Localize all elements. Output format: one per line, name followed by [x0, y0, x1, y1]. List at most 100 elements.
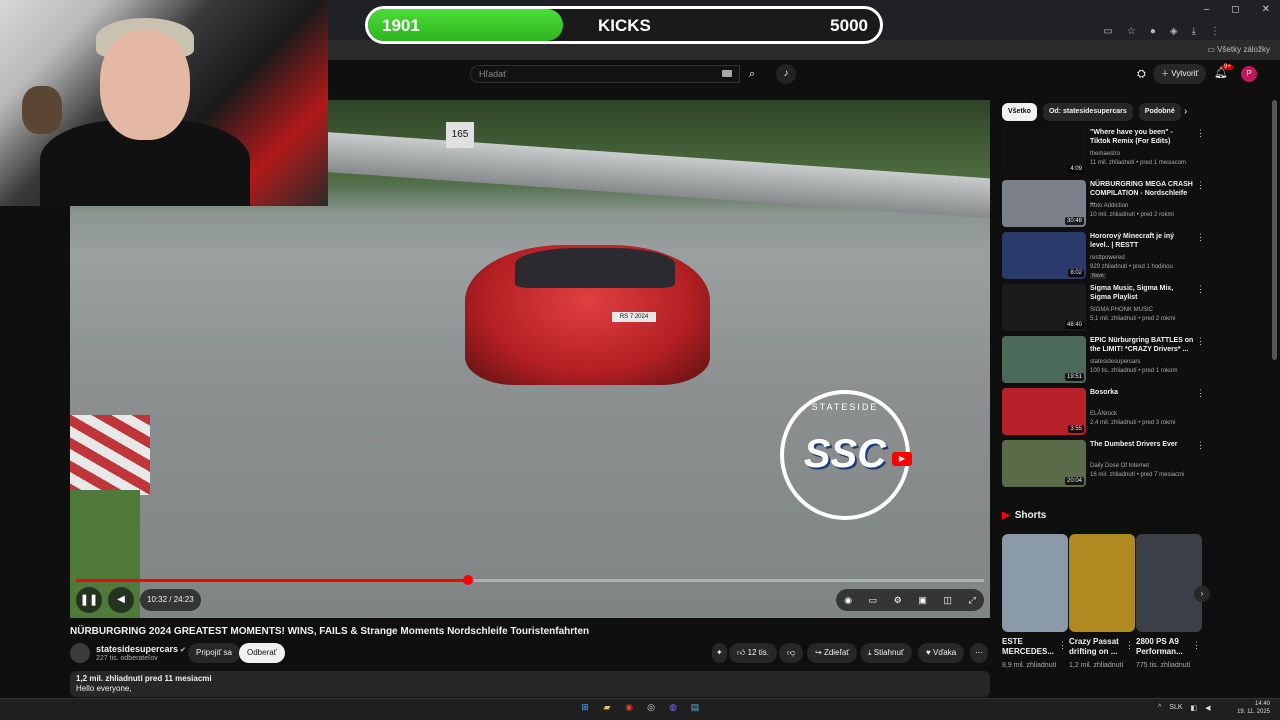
- subscribe-button[interactable]: Odberať: [239, 643, 285, 663]
- recommendation-channel[interactable]: statesidesupercars: [1090, 359, 1140, 365]
- chrome-icon[interactable]: ◉: [622, 700, 636, 714]
- more-icon[interactable]: ⋮: [1196, 232, 1205, 243]
- short-thumbnail[interactable]: [1002, 534, 1068, 632]
- recommendation-channel[interactable]: ELÁNrock: [1090, 411, 1117, 417]
- video-thumbnail[interactable]: 4:09: [1002, 128, 1086, 175]
- ai-ask-button[interactable]: ✦: [712, 643, 727, 663]
- close-icon[interactable]: ✕: [1262, 4, 1270, 15]
- miniplayer-icon[interactable]: ▣: [918, 595, 927, 606]
- voice-search-button[interactable]: ♪: [776, 64, 796, 84]
- recommendation-title[interactable]: Bosorka: [1090, 388, 1194, 397]
- video-thumbnail[interactable]: 3:55: [1002, 388, 1086, 435]
- like-button[interactable]: 👍︎ 12 tis.: [729, 643, 777, 663]
- recommendation-item[interactable]: 20:04 The Dumbest Drivers Ever Daily Dose …: [1002, 440, 1205, 488]
- discord-icon[interactable]: ◍: [666, 700, 680, 714]
- short-title[interactable]: Crazy Passat drifting on ...: [1069, 637, 1127, 657]
- more-actions-button[interactable]: ⋯: [970, 643, 988, 663]
- star-icon[interactable]: ☆: [1127, 26, 1136, 37]
- recommendation-channel[interactable]: resttpowered: [1090, 255, 1125, 261]
- avatar[interactable]: P: [1241, 66, 1257, 82]
- recommendation-item[interactable]: 8:02 Hororový Minecraft je iný level.. | …: [1002, 232, 1205, 280]
- cast-button[interactable]: ⛭: [1137, 68, 1146, 81]
- short-title[interactable]: ESTE MERCEDES...: [1002, 637, 1060, 657]
- download-icon[interactable]: ⤓: [1192, 26, 1196, 37]
- recommendation-item[interactable]: 4:09 "Where have you been" - Tiktok Remix…: [1002, 128, 1205, 176]
- page-scrollbar[interactable]: [1272, 100, 1277, 360]
- chip-related[interactable]: Podobné: [1138, 103, 1181, 121]
- shorts-next-button[interactable]: ›: [1194, 586, 1210, 602]
- recommendation-title[interactable]: The Dumbest Drivers Ever: [1090, 440, 1194, 449]
- cast-icon[interactable]: ▭: [1103, 26, 1112, 37]
- more-icon[interactable]: ⋮: [1125, 640, 1134, 651]
- video-thumbnail[interactable]: 19:51: [1002, 336, 1086, 383]
- pause-button[interactable]: ❚❚: [76, 587, 102, 613]
- more-icon[interactable]: ⋮: [1196, 440, 1205, 451]
- chip-all[interactable]: Všetko: [1002, 103, 1037, 121]
- recommendation-title[interactable]: "Where have you been" - Tiktok Remix (Fo…: [1090, 128, 1194, 146]
- notepad-icon[interactable]: ▤: [688, 700, 702, 714]
- all-bookmarks-link[interactable]: ▭ Všetky záložky: [1207, 45, 1270, 54]
- file-explorer-icon[interactable]: ▰: [600, 700, 614, 714]
- share-button[interactable]: ↪ Zdieľať: [807, 643, 858, 663]
- tray-chevron-icon[interactable]: ^: [1158, 704, 1161, 712]
- menu-icon[interactable]: ⋮: [1210, 26, 1220, 37]
- thanks-button[interactable]: ♥ Vďaka: [918, 643, 965, 663]
- search-input[interactable]: Hľadať: [470, 65, 740, 83]
- recommendation-title[interactable]: Hororový Minecraft je iný level.. | REST…: [1090, 232, 1194, 250]
- more-icon[interactable]: ⋮: [1196, 180, 1205, 191]
- video-thumbnail[interactable]: 20:04: [1002, 440, 1086, 487]
- short-thumbnail[interactable]: [1069, 534, 1135, 632]
- channel-avatar[interactable]: [70, 643, 90, 663]
- recommendation-title[interactable]: Sigma Music, Sigma Mix, Sigma Playlist: [1090, 284, 1194, 302]
- create-button[interactable]: ＋ Vytvoriť: [1153, 64, 1207, 84]
- more-icon[interactable]: ⋮: [1196, 128, 1205, 139]
- speaker-icon[interactable]: ◀: [1205, 704, 1210, 712]
- short-title[interactable]: 2800 PS A9 Performan...: [1136, 637, 1194, 657]
- maximize-icon[interactable]: ◻: [1231, 4, 1239, 15]
- short-thumbnail[interactable]: [1136, 534, 1202, 632]
- more-icon[interactable]: ⋮: [1058, 640, 1067, 651]
- chevron-right-icon[interactable]: ›: [1184, 106, 1187, 117]
- keyboard-icon[interactable]: [722, 70, 732, 77]
- description-box[interactable]: 1,2 mil. zhliadnutí pred 11 mesiacmi Hel…: [70, 671, 990, 697]
- video-progress-bar[interactable]: [76, 575, 984, 585]
- download-button[interactable]: ⤓ Stiahnuť: [860, 643, 912, 663]
- channel-name[interactable]: statesidesupercars ✔: [96, 644, 186, 654]
- dislike-button[interactable]: 👎︎: [779, 643, 804, 663]
- recommendation-channel[interactable]: Auto Addiction: [1090, 203, 1128, 209]
- puzzle-icon[interactable]: ◈: [1170, 26, 1178, 37]
- video-thumbnail[interactable]: 30:48: [1002, 180, 1086, 227]
- recommendation-channel[interactable]: themaestro: [1090, 151, 1120, 157]
- network-icon[interactable]: ◧: [1191, 704, 1198, 712]
- more-icon[interactable]: ⋮: [1196, 336, 1205, 347]
- more-icon[interactable]: ⋮: [1192, 640, 1201, 651]
- volume-button[interactable]: ◀: [108, 587, 134, 613]
- recommendation-title[interactable]: EPIC Nürburgring BATTLES on the LIMIT! *…: [1090, 336, 1194, 354]
- video-thumbnail[interactable]: 48:40: [1002, 284, 1086, 331]
- sparkle-icon: ✦: [716, 648, 723, 657]
- youtube-watermark-icon[interactable]: ▶: [892, 452, 912, 466]
- more-icon[interactable]: ⋮: [1196, 388, 1205, 399]
- windows-start-icon[interactable]: ⊞: [578, 700, 592, 714]
- more-icon[interactable]: ⋮: [1196, 284, 1205, 295]
- extension-icon[interactable]: ●: [1150, 26, 1156, 37]
- taskbar-clock[interactable]: 14:40 19. 11. 2025: [1236, 700, 1270, 716]
- recommendation-item[interactable]: 19:51 EPIC Nürburgring BATTLES on the LIM…: [1002, 336, 1205, 384]
- obs-icon[interactable]: ◎: [644, 700, 658, 714]
- chip-from-channel[interactable]: Od: statesidesupercars: [1042, 103, 1133, 121]
- minimize-icon[interactable]: –: [1204, 4, 1210, 15]
- recommendation-item[interactable]: 3:55 Bosorka ELÁNrock 2,4 mil. zhliadnutí •…: [1002, 388, 1205, 436]
- language-indicator[interactable]: SLK: [1169, 704, 1182, 712]
- recommendation-item[interactable]: 48:40 Sigma Music, Sigma Mix, Sigma Playl…: [1002, 284, 1205, 332]
- recommendation-channel[interactable]: SIGMA PHONK MUSIC: [1090, 307, 1153, 313]
- search-button[interactable]: ⌕: [740, 65, 764, 83]
- recommendation-channel[interactable]: Daily Dose Of Internet: [1090, 463, 1149, 469]
- video-thumbnail[interactable]: 8:02: [1002, 232, 1086, 279]
- fullscreen-icon[interactable]: ⤢: [968, 595, 975, 606]
- autoplay-toggle-icon[interactable]: ◉: [844, 595, 852, 606]
- subtitles-icon[interactable]: ▭: [869, 595, 878, 606]
- settings-icon[interactable]: ⚙: [894, 595, 902, 606]
- cast-player-icon[interactable]: ◫: [943, 595, 952, 606]
- recommendation-item[interactable]: 30:48 NÜRBURGRING MEGA CRASH COMPILATION …: [1002, 180, 1205, 228]
- join-button[interactable]: Pripojiť sa: [188, 643, 240, 663]
